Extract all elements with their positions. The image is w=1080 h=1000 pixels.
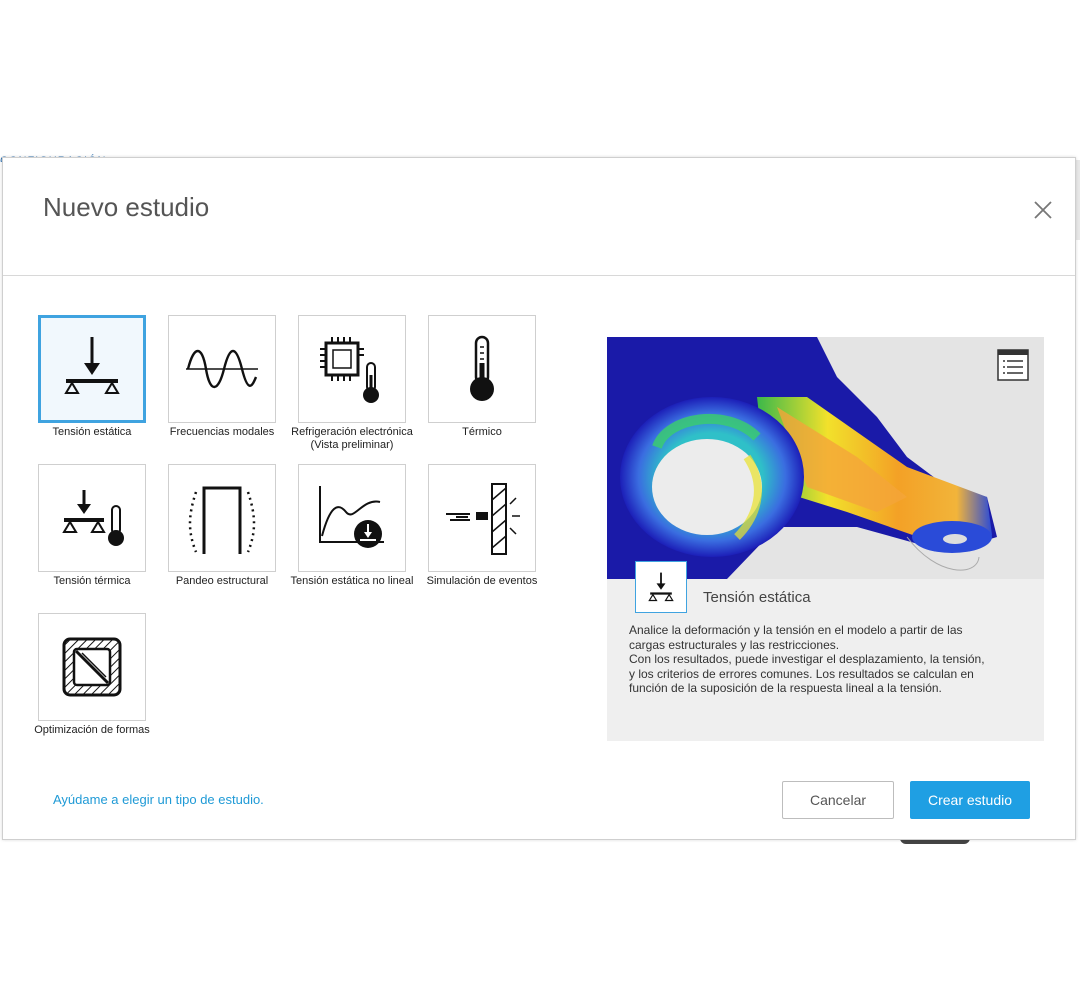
new-study-dialog: Nuevo estudio Tensión estática Frecuenci… <box>2 157 1076 840</box>
chip-thermometer-icon <box>320 337 379 403</box>
header-divider <box>3 275 1075 276</box>
study-tile-thermal-stress[interactable] <box>38 464 146 572</box>
description-line: función de la suposición de la respuesta… <box>629 681 942 695</box>
study-label-thermal: Térmico <box>462 426 502 438</box>
study-tile-thermal[interactable] <box>428 315 536 423</box>
nonlinear-curve-icon <box>319 486 384 548</box>
study-label-nonlinear-stress: Tensión estática no lineal <box>290 575 414 587</box>
study-label-shape-optimization: Optimización de formas <box>34 724 150 736</box>
thermometer-icon <box>470 335 494 401</box>
shape-optimization-icon <box>62 637 122 697</box>
study-tile-buckling[interactable] <box>168 464 276 572</box>
study-label-modal-frequencies: Frecuencias modales <box>169 426 275 438</box>
study-label-static-stress: Tensión estática <box>52 426 132 438</box>
stress-result-image <box>607 337 1044 579</box>
static-stress-icon <box>64 337 120 394</box>
sine-wave-icon <box>186 349 258 389</box>
cancel-button[interactable]: Cancelar <box>782 781 894 819</box>
study-tile-modal-frequencies[interactable] <box>168 315 276 423</box>
study-label-electronics-cooling: Refrigeración electrónica (Vista prelimi… <box>291 426 413 451</box>
study-label-thermal-stress: Tensión térmica <box>53 575 131 587</box>
preview-study-icon <box>635 561 687 613</box>
buckling-icon <box>188 486 256 554</box>
close-icon[interactable] <box>1031 198 1055 222</box>
list-view-icon[interactable] <box>997 349 1029 381</box>
help-choose-study-link[interactable]: Ayúdame a elegir un tipo de estudio. <box>53 792 264 807</box>
study-tile-electronics-cooling[interactable] <box>298 315 406 423</box>
description-line: Analice la deformación y la tensión en e… <box>629 623 963 637</box>
study-tile-nonlinear-stress[interactable] <box>298 464 406 572</box>
study-tile-event-simulation[interactable] <box>428 464 536 572</box>
description-line: Con los resultados, puede investigar el … <box>629 652 985 666</box>
preview-title: Tensión estática <box>703 589 811 606</box>
impact-wall-icon <box>446 483 520 555</box>
description-line: y los criterios de errores comunes. Los … <box>629 666 974 681</box>
create-study-button[interactable]: Crear estudio <box>910 781 1030 819</box>
preview-description: Analice la deformación y la tensión en e… <box>629 623 1029 696</box>
study-label-buckling: Pandeo estructural <box>175 575 269 587</box>
study-tile-shape-optimization[interactable] <box>38 613 146 721</box>
study-preview-panel: Tensión estática Analice la deformación … <box>607 337 1044 741</box>
study-label-event-simulation: Simulación de eventos <box>426 575 538 587</box>
background-panel-edge <box>1076 160 1080 240</box>
description-line: cargas estructurales y las restricciones… <box>629 637 840 652</box>
thermal-stress-icon <box>62 490 124 546</box>
study-tile-static-stress[interactable] <box>38 315 146 423</box>
dialog-title: Nuevo estudio <box>43 192 210 222</box>
